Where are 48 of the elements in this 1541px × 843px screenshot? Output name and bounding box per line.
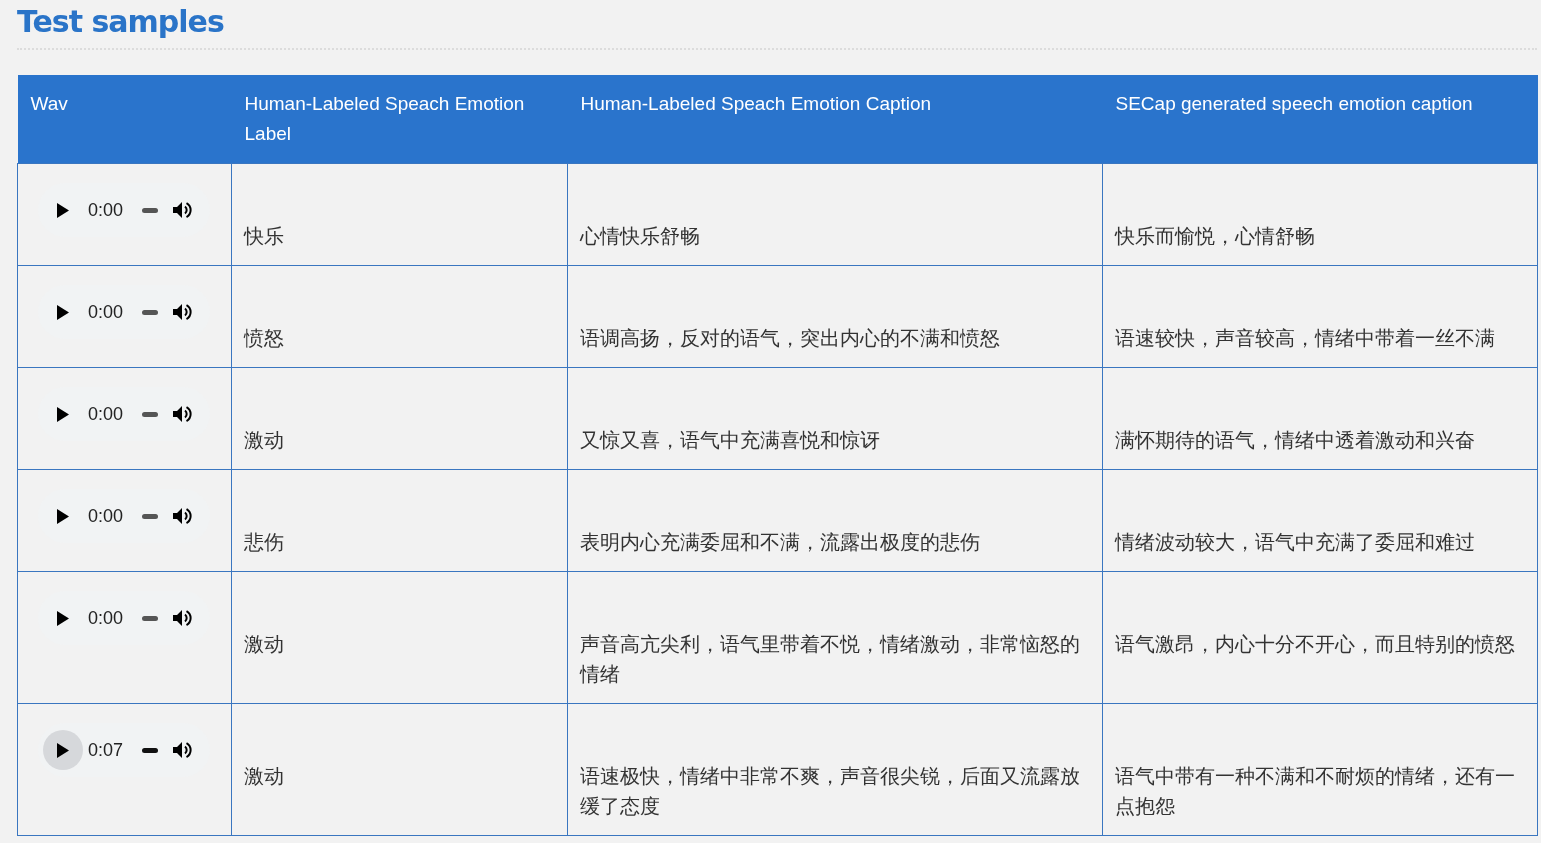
column-header: Human-Labeled Speach Emotion Caption — [580, 93, 932, 114]
emotion-caption: 语速极快，情绪中非常不爽，声音很尖锐，后面又流露放缓了态度 — [580, 765, 1080, 817]
time-display: 0:00 — [88, 300, 124, 324]
generated-caption: 情绪波动较大，语气中充满了委屈和难过 — [1115, 531, 1475, 553]
emotion-caption: 心情快乐舒畅 — [580, 225, 700, 247]
progress-bar[interactable] — [142, 411, 159, 417]
page-heading: Test samples — [17, 3, 224, 41]
play-icon — [57, 508, 69, 524]
emotion-label: 激动 — [244, 633, 284, 655]
emotion-label: 激动 — [244, 765, 284, 787]
progress-bar[interactable] — [142, 207, 159, 213]
volume-icon[interactable] — [172, 404, 193, 424]
volume-icon[interactable] — [172, 608, 193, 628]
play-button[interactable] — [43, 730, 83, 770]
progress-bar[interactable] — [142, 747, 159, 753]
column-header: SECap generated speech emotion caption — [1115, 93, 1473, 114]
emotion-caption: 表明内心充满委屈和不满，流露出极度的悲伤 — [580, 531, 980, 553]
volume-icon[interactable] — [172, 506, 193, 526]
generated-caption: 快乐而愉悦，心情舒畅 — [1115, 225, 1315, 247]
time-display: 0:00 — [88, 198, 124, 222]
emotion-label: 快乐 — [244, 225, 284, 247]
generated-caption: 语气激昂，内心十分不开心，而且特别的愤怒 — [1115, 633, 1515, 655]
emotion-caption: 声音高亢尖利，语气里带着不悦，情绪激动，非常恼怒的情绪 — [580, 633, 1080, 685]
time-display: 0:07 — [88, 738, 124, 762]
generated-caption: 语速较快，声音较高，情绪中带着一丝不满 — [1115, 327, 1495, 349]
time-display: 0:00 — [88, 606, 124, 630]
emotion-caption: 又惊又喜，语气中充满喜悦和惊讶 — [580, 429, 880, 451]
column-header: Human-Labeled Speach Emotion Label — [244, 93, 525, 144]
time-display: 0:00 — [88, 402, 124, 426]
volume-icon[interactable] — [172, 200, 193, 220]
emotion-label: 激动 — [244, 429, 284, 451]
progress-bar[interactable] — [142, 309, 159, 315]
emotion-label: 悲伤 — [244, 531, 284, 553]
progress-bar[interactable] — [142, 615, 159, 621]
play-icon — [57, 202, 69, 218]
play-icon — [57, 304, 69, 320]
play-icon — [57, 406, 69, 422]
emotion-label: 愤怒 — [244, 327, 284, 349]
play-icon — [57, 742, 69, 758]
progress-bar[interactable] — [142, 513, 159, 519]
emotion-caption: 语调高扬，反对的语气，突出内心的不满和愤怒 — [580, 327, 1000, 349]
volume-icon[interactable] — [172, 302, 193, 322]
generated-caption: 语气中带有一种不满和不耐烦的情绪，还有一点抱怨 — [1115, 765, 1515, 817]
play-icon — [57, 610, 69, 626]
volume-icon[interactable] — [172, 740, 193, 760]
generated-caption: 满怀期待的语气，情绪中透着激动和兴奋 — [1115, 429, 1475, 451]
time-display: 0:00 — [88, 504, 124, 528]
column-header: Wav — [30, 93, 68, 114]
